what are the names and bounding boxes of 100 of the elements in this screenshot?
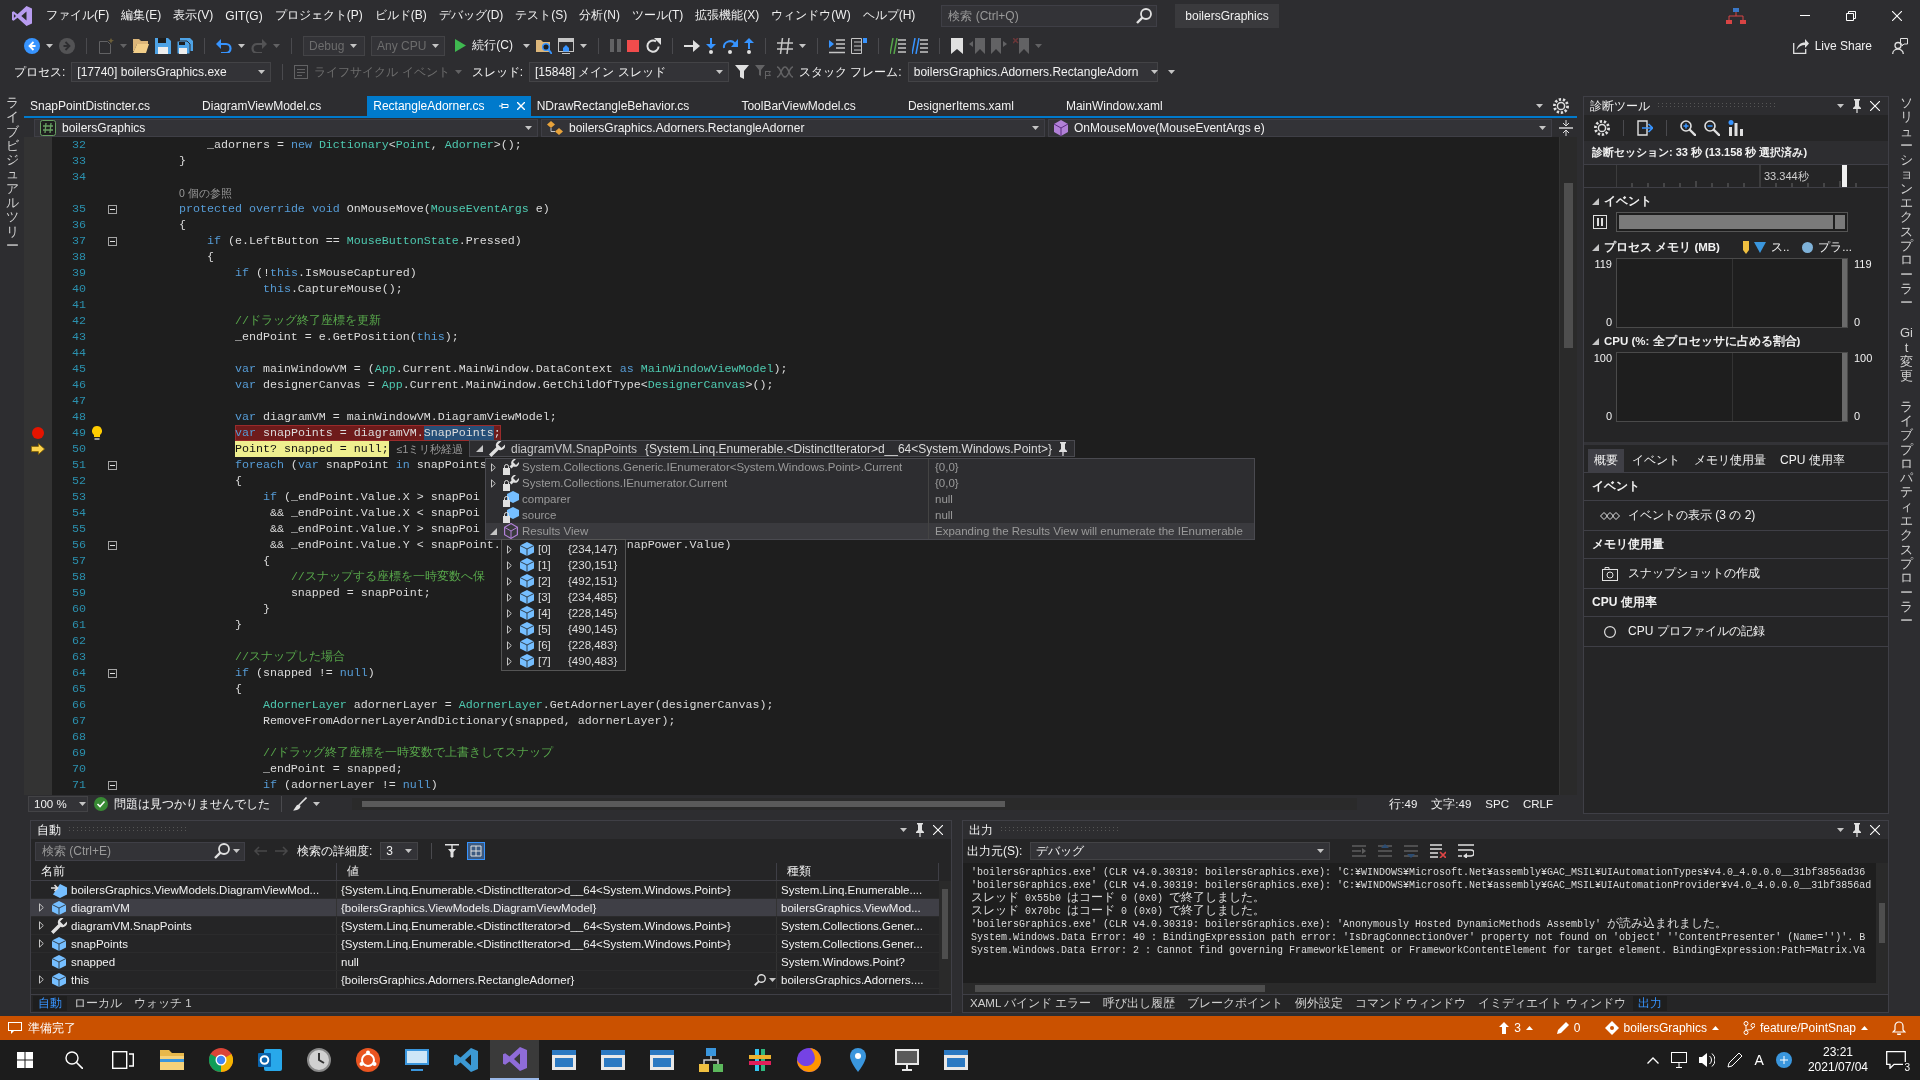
pin-icon[interactable] [915,823,925,837]
search-icon[interactable] [64,1051,83,1069]
grid-icon[interactable] [467,842,486,860]
settings-icon[interactable] [1553,98,1569,114]
column-header[interactable]: 名前 [31,863,337,880]
line-ending-indicator[interactable]: CRLF [1522,798,1553,810]
table-row[interactable]: diagramVM.SnapPoints {System.Linq.Enumerable.<DistinctIterator>d__64<System.Windows.Point>} System.Collections.Gener... [31,917,939,935]
globe-swirl-icon[interactable] [796,1048,821,1072]
scrollbar-thumb[interactable] [975,985,1265,992]
vertical-scrollbar[interactable] [1559,137,1577,795]
tab[interactable]: 自動 [33,996,67,1011]
caret-icon[interactable] [525,125,532,130]
tab[interactable]: CPU 使用率 [1774,449,1851,472]
document-tab[interactable]: RectangleAdorner.cs [367,96,531,116]
save-all-icon[interactable] [177,37,193,54]
vertical-scrollbar[interactable] [939,881,951,994]
window-icon[interactable] [551,1050,576,1070]
repository-status[interactable]: boilersGraphics [1604,1021,1719,1035]
scrollbar-thumb[interactable] [1879,903,1885,943]
stack-frame-dropdown[interactable]: boilersGraphics.Adorners.RectangleAdorn [907,62,1158,82]
zoom-dropdown[interactable]: 100 % [28,796,88,812]
window-icon[interactable] [558,37,575,54]
pin-icon[interactable] [1058,441,1068,456]
event-track[interactable] [1616,212,1848,232]
caret-icon[interactable] [405,849,413,853]
overflow-caret-icon[interactable] [1167,70,1175,74]
funnel-icon[interactable] [735,65,750,79]
pin-icon[interactable] [1852,823,1862,837]
collapse-arrow-icon[interactable] [1592,243,1599,251]
caret-icon[interactable] [1837,828,1844,832]
document-tab[interactable]: SnapPointDistincter.cs [24,96,197,116]
word-wrap-icon[interactable] [1458,844,1475,858]
zoom-out-icon[interactable] [1704,120,1720,136]
scrollbar-thumb[interactable] [362,801,1006,807]
side-tab[interactable]: ライブプロパティエクスプローラー [1900,399,1913,629]
caret-up-icon[interactable] [1525,1026,1533,1030]
changes-status[interactable]: 0 [1556,1021,1581,1035]
scrollbar-thumb[interactable] [1564,183,1573,348]
play-icon[interactable] [455,39,467,52]
caret-icon[interactable] [900,828,907,832]
side-tab[interactable]: Git 変更 [1900,326,1913,384]
tab[interactable]: 例外設定 [1290,996,1349,1011]
tab[interactable]: 概要 [1588,449,1624,472]
search-field[interactable]: 検索 (Ctrl+E) [35,841,245,861]
line-indicator[interactable]: 行:49 [1389,796,1418,812]
right-arrow-icon[interactable] [684,39,701,52]
tab[interactable]: XAML バインド エラー [965,996,1097,1011]
expand-arrow-icon[interactable] [506,592,512,602]
expand-arrow-icon[interactable] [506,608,512,618]
expand-arrow-icon[interactable] [38,975,44,984]
column-indicator[interactable]: 文字:49 [1431,796,1472,812]
search-icon[interactable] [1136,7,1153,24]
zoom-in-icon[interactable] [1680,120,1696,136]
chart-area[interactable] [1616,258,1848,328]
close-icon[interactable] [1870,101,1880,111]
close-icon[interactable] [1892,10,1902,21]
summary-action[interactable]: CPU プロファイルの記録 [1628,623,1765,640]
pen-icon[interactable] [1726,1052,1743,1068]
side-tab[interactable]: ライブビジュアルツリー [5,96,19,254]
bell-icon[interactable] [1892,1021,1906,1035]
legend-label[interactable]: ス.. [1770,239,1790,255]
collapse-arrow-icon[interactable] [476,445,483,452]
stacked-rectangles-icon[interactable] [111,1051,134,1069]
caret-up-icon[interactable] [1861,1026,1868,1030]
expand-arrow-icon[interactable] [506,560,512,570]
column-header[interactable]: 種類 [777,863,939,880]
menu-item[interactable]: 分析(N) [573,7,626,24]
folder-search-icon[interactable] [536,37,553,54]
up-arrow-icon[interactable] [1499,1022,1510,1034]
column-header[interactable]: 値 [337,863,777,880]
undo-icon[interactable] [216,38,232,53]
caret-icon[interactable] [1032,125,1039,130]
brush-icon[interactable] [293,797,307,811]
ring-dots-icon[interactable] [355,1048,380,1072]
collapse-icon[interactable] [108,460,117,470]
open-folder-icon[interactable] [133,38,149,53]
pause-icon[interactable] [1593,215,1607,229]
tab[interactable]: ブレークポイント [1182,996,1289,1011]
branch-icon[interactable] [1742,1021,1755,1035]
expand-arrow-icon[interactable] [38,903,44,912]
ribbon-icon[interactable] [502,1047,527,1071]
thread-dropdown[interactable]: [15848] メイン スレッド [529,62,730,82]
bar-chart-icon[interactable] [1728,120,1744,136]
notification-icon[interactable] [1886,1051,1906,1069]
feedback-icon[interactable] [1892,37,1908,54]
table-row[interactable]: this {boilersGraphics.Adorners.RectangleAdorner} boilersGraphics.Adorners.... [31,971,939,989]
output-source-dropdown[interactable]: デバッグ [1030,842,1331,860]
collapse-arrow-icon[interactable] [1592,337,1599,345]
plus-circle-icon[interactable] [1775,1052,1792,1068]
menu-item[interactable]: ツール(T) [626,7,690,24]
tab[interactable]: 呼び出し履歴 [1098,996,1181,1011]
caret-icon[interactable] [523,43,531,48]
branch-status[interactable]: feature/PointSnap [1742,1021,1868,1035]
process-dropdown[interactable]: [17740] boilersGraphics.exe [71,62,272,82]
restart-icon[interactable] [645,37,662,54]
caret-icon[interactable] [1539,125,1546,130]
document-tab[interactable]: DesignerItems.xaml [901,96,1060,116]
datatip-value[interactable]: {System.Linq.Enumerable.<DistinctIterator>d__64<System.Windows.Point>} [645,441,1052,456]
speaker-icon[interactable] [1698,1052,1715,1068]
map-pin-icon[interactable] [849,1048,866,1072]
